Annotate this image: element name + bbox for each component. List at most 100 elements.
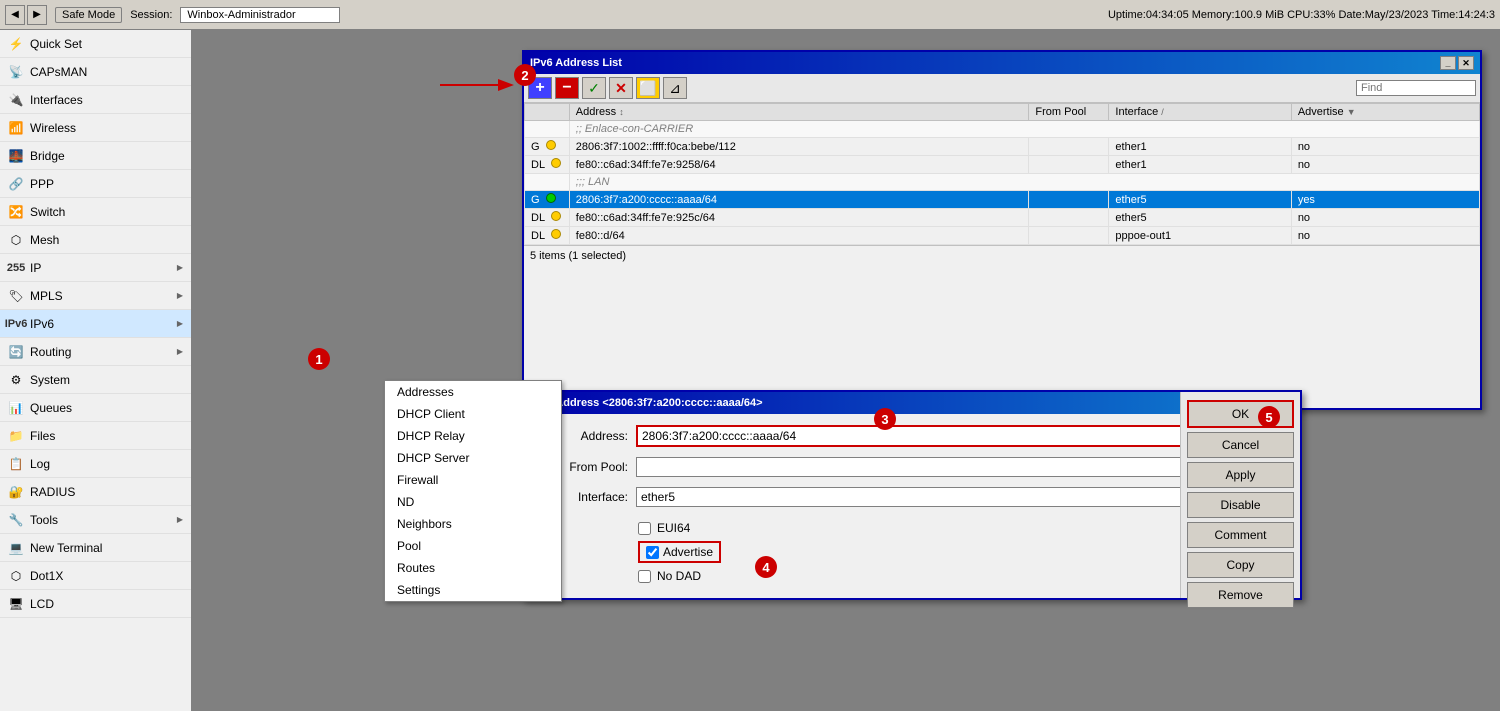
interfaces-icon: 🔌 (8, 92, 24, 108)
sidebar-item-lcd[interactable]: 🖥 LCD (0, 590, 191, 618)
close-button[interactable]: ✕ (1458, 56, 1474, 70)
sidebar-item-capsman[interactable]: 📡 CAPsMAN (0, 58, 191, 86)
disable-button[interactable]: Disable (1187, 492, 1294, 518)
cancel-button[interactable]: Cancel (1187, 432, 1294, 458)
badge-1: 1 (308, 348, 330, 370)
nav-buttons[interactable]: ◀ ▶ (5, 5, 47, 25)
badge-2: 2 (514, 64, 536, 86)
table-row[interactable]: DL fe80::c6ad:34ff:fe7e:9258/64 ether1 n… (525, 156, 1480, 174)
sidebar-item-queues[interactable]: 📊 Queues (0, 394, 191, 422)
sidebar-item-bridge[interactable]: 🌉 Bridge (0, 142, 191, 170)
table-row[interactable]: G 2806:3f7:1002::ffff:f0ca:bebe/112 ethe… (525, 138, 1480, 156)
sidebar-item-label: IP (30, 261, 41, 275)
menu-item-nd[interactable]: ND (385, 491, 561, 513)
apply-button[interactable]: Apply (1187, 462, 1294, 488)
menu-item-neighbors[interactable]: Neighbors (385, 513, 561, 535)
col-header-address[interactable]: Address ↕ (569, 104, 1029, 121)
disable-button[interactable]: ✕ (609, 77, 633, 99)
badge-3: 3 (874, 408, 896, 430)
menu-item-settings[interactable]: Settings (385, 579, 561, 601)
sidebar-item-label: Queues (30, 401, 72, 415)
comment-button[interactable]: Comment (1187, 522, 1294, 548)
cell-interface: pppoe-out1 (1109, 227, 1291, 245)
cell-address: fe80::c6ad:34ff:fe7e:9258/64 (569, 156, 1029, 174)
sidebar-item-label: Dot1X (30, 569, 63, 583)
enable-button[interactable]: ✓ (582, 77, 606, 99)
copy-detail-button[interactable]: Copy (1187, 552, 1294, 578)
sidebar-item-tools[interactable]: 🔧 Tools (0, 506, 191, 534)
sidebar-item-routing[interactable]: 🔄 Routing (0, 338, 191, 366)
sidebar-item-new-terminal[interactable]: 💻 New Terminal (0, 534, 191, 562)
sidebar-item-mesh[interactable]: ⬡ Mesh (0, 226, 191, 254)
sidebar-item-label: New Terminal (30, 541, 102, 555)
col-header-advertise[interactable]: Advertise ▼ (1291, 104, 1479, 121)
back-button[interactable]: ◀ (5, 5, 25, 25)
session-value: Winbox-Administrador (180, 7, 340, 23)
topbar: ◀ ▶ Safe Mode Session: Winbox-Administra… (0, 0, 1500, 30)
table-row[interactable]: DL fe80::c6ad:34ff:fe7e:925c/64 ether5 n… (525, 209, 1480, 227)
eui64-label: EUI64 (657, 521, 690, 535)
menu-item-dhcp-server[interactable]: DHCP Server (385, 447, 561, 469)
ipv6-list-title: IPv6 Address List (530, 57, 1440, 69)
sidebar-item-ip[interactable]: 255 IP (0, 254, 191, 282)
advertise-label: Advertise (663, 545, 713, 559)
col-header-pool[interactable]: From Pool (1029, 104, 1109, 121)
sidebar-item-label: Bridge (30, 149, 65, 163)
menu-item-routes[interactable]: Routes (385, 557, 561, 579)
sidebar-item-dot1x[interactable]: ⬡ Dot1X (0, 562, 191, 590)
sidebar-item-ipv6[interactable]: IPv6 IPv6 (0, 310, 191, 338)
sidebar-item-interfaces[interactable]: 🔌 Interfaces (0, 86, 191, 114)
menu-item-dhcp-client[interactable]: DHCP Client (385, 403, 561, 425)
detail-body: Address: From Pool: ▼ Interface: ether5 … (524, 414, 1300, 598)
terminal-icon: 💻 (8, 540, 24, 556)
menu-item-pool[interactable]: Pool (385, 535, 561, 557)
table-row-selected[interactable]: G 2806:3f7:a200:cccc::aaaa/64 ether5 yes (525, 191, 1480, 209)
sidebar-item-mpls[interactable]: 🏷 MPLS (0, 282, 191, 310)
sidebar-item-switch[interactable]: 🔀 Switch (0, 198, 191, 226)
remove-button[interactable]: − (555, 77, 579, 99)
ipv6-list-controls[interactable]: _ ✕ (1440, 56, 1474, 70)
sidebar-item-ppp[interactable]: 🔗 PPP (0, 170, 191, 198)
sidebar-item-label: Quick Set (30, 37, 82, 51)
sidebar-item-log[interactable]: 📋 Log (0, 450, 191, 478)
safe-mode-button[interactable]: Safe Mode (55, 7, 122, 23)
advertise-checkbox[interactable] (646, 546, 659, 559)
sidebar-item-system[interactable]: ⚙ System (0, 366, 191, 394)
copy-button[interactable]: ⬜ (636, 77, 660, 99)
lcd-icon: 🖥 (8, 596, 24, 612)
sidebar-item-radius[interactable]: 🔐 RADIUS (0, 478, 191, 506)
remove-button[interactable]: Remove (1187, 582, 1294, 608)
cell-advertise: no (1291, 156, 1479, 174)
eui64-checkbox[interactable] (638, 522, 651, 535)
no-dad-checkbox[interactable] (638, 570, 651, 583)
sidebar-item-label: Tools (30, 513, 58, 527)
menu-item-firewall[interactable]: Firewall (385, 469, 561, 491)
menu-item-addresses[interactable]: Addresses (385, 381, 561, 403)
no-dad-label: No DAD (657, 569, 701, 583)
table-row[interactable]: DL fe80::d/64 pppoe-out1 no (525, 227, 1480, 245)
sidebar-item-label: IPv6 (30, 317, 54, 331)
menu-item-dhcp-relay[interactable]: DHCP Relay (385, 425, 561, 447)
advertise-row: Advertise (538, 538, 1286, 566)
table-status: 5 items (1 selected) (524, 245, 1480, 266)
minimize-button[interactable]: _ (1440, 56, 1456, 70)
forward-button[interactable]: ▶ (27, 5, 47, 25)
badge-4: 4 (755, 556, 777, 578)
col-header-interface[interactable]: Interface / (1109, 104, 1291, 121)
cell-advertise: no (1291, 209, 1479, 227)
cell-interface: ether1 (1109, 138, 1291, 156)
find-input[interactable] (1356, 80, 1476, 96)
cell-interface: ether5 (1109, 191, 1291, 209)
sidebar: ⚡ Quick Set 📡 CAPsMAN 🔌 Interfaces 📶 Wir… (0, 30, 192, 711)
cell-flags: G (525, 138, 570, 156)
sidebar-item-files[interactable]: 📁 Files (0, 422, 191, 450)
status-info: Uptime:04:34:05 Memory:100.9 MiB CPU:33%… (1108, 9, 1495, 21)
cell-interface: ether5 (1109, 209, 1291, 227)
sidebar-item-quick-set[interactable]: ⚡ Quick Set (0, 30, 191, 58)
filter-button[interactable]: ⊿ (663, 77, 687, 99)
cell-advertise: no (1291, 227, 1479, 245)
sidebar-item-wireless[interactable]: 📶 Wireless (0, 114, 191, 142)
nodad-row: No DAD (538, 566, 1286, 586)
sidebar-item-label: Log (30, 457, 50, 471)
cell-comment: ;; Enlace-con-CARRIER (569, 121, 1479, 138)
